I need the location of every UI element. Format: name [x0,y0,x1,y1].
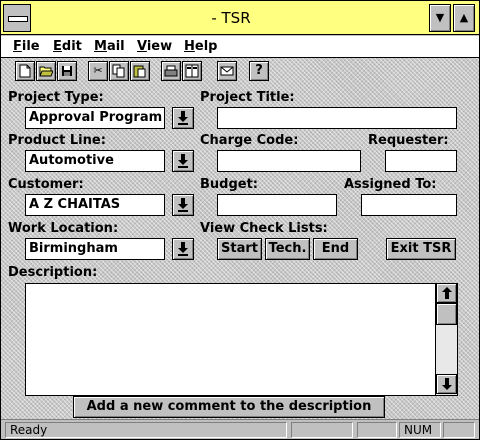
scroll-up-button[interactable] [436,283,457,303]
minimize-icon: ▼ [435,11,445,24]
menu-bar: File Edit Mail View Help [1,36,479,58]
description-scrollbar[interactable] [435,283,457,395]
open-button[interactable] [36,61,56,81]
print-button[interactable] [161,61,181,81]
project-type-dropdown-button[interactable] [172,107,194,129]
copy-icon [112,64,125,78]
preview-icon [185,64,199,78]
work-location-field[interactable]: Birmingham [25,238,165,260]
status-text: Ready [5,422,287,438]
status-pane-empty-3 [443,422,475,438]
mail-envelope-icon [220,66,234,76]
start-checklist-button[interactable]: Start [217,238,262,260]
requester-label: Requester: [368,133,449,148]
print-preview-button[interactable] [182,61,202,81]
requester-field[interactable] [385,150,457,172]
tech-checklist-button[interactable]: Tech. [265,238,310,260]
project-type-field[interactable]: Approval Program [25,107,165,129]
num-lock-indicator: NUM [399,422,441,438]
end-checklist-button[interactable]: End [313,238,358,260]
minimize-button[interactable]: ▼ [429,4,451,32]
status-bar: Ready NUM [1,419,479,439]
cut-scissors-icon: ✂ [93,64,103,77]
mail-button[interactable] [217,61,237,81]
menu-help[interactable]: Help [184,36,217,58]
open-folder-icon [39,66,54,77]
tsr-window: - TSR ▼ ▲ File Edit Mail View Help ✂ ? P… [0,0,480,440]
system-menu-icon [8,16,28,22]
form-area: ✂ ? Project Type: Approval Program Proje… [1,58,479,434]
save-disk-icon [62,66,72,76]
menu-file[interactable]: File [13,36,40,58]
description-label: Description: [8,265,98,280]
save-button[interactable] [57,61,77,81]
title-bar: - TSR ▼ ▲ [1,1,479,35]
print-icon [164,65,178,77]
arrow-down-icon [178,198,188,212]
scroll-down-button[interactable] [436,374,457,394]
help-button[interactable]: ? [249,61,269,81]
product-line-field[interactable]: Automotive [25,150,165,172]
help-question-icon: ? [255,63,263,78]
arrow-down-icon [178,111,188,125]
project-title-field[interactable] [217,107,457,129]
view-check-lists-label: View Check Lists: [200,221,328,236]
budget-field[interactable] [217,194,337,216]
arrow-down-icon [178,154,188,168]
maximize-button[interactable]: ▲ [453,4,475,32]
paste-icon [133,65,146,78]
charge-code-label: Charge Code: [200,133,299,148]
description-textarea[interactable] [25,283,458,396]
exit-tsr-button[interactable]: Exit TSR [386,238,456,260]
project-title-label: Project Title: [200,90,295,105]
arrow-down-icon [441,378,452,390]
arrow-down-icon [178,242,188,256]
window-title: - TSR [211,9,251,27]
new-document-button[interactable] [15,61,35,81]
copy-button[interactable] [109,61,129,81]
project-type-label: Project Type: [8,90,104,105]
customer-dropdown-button[interactable] [172,194,194,216]
product-line-dropdown-button[interactable] [172,150,194,172]
scroll-thumb[interactable] [436,303,457,325]
menu-mail[interactable]: Mail [94,36,125,58]
maximize-icon: ▲ [459,11,469,24]
assigned-to-label: Assigned To: [344,177,437,192]
customer-field[interactable]: A Z CHAITAS [25,194,165,216]
work-location-label: Work Location: [8,221,119,236]
charge-code-field[interactable] [217,150,361,172]
system-menu-button[interactable] [3,4,31,32]
arrow-up-icon [441,287,452,299]
paste-button[interactable] [130,61,150,81]
customer-label: Customer: [8,177,84,192]
new-doc-icon [19,64,31,78]
status-pane-empty-2 [357,422,397,438]
status-pane-empty [291,422,353,438]
budget-label: Budget: [200,177,259,192]
product-line-label: Product Line: [8,133,106,148]
cut-button[interactable]: ✂ [88,61,108,81]
menu-edit[interactable]: Edit [53,36,82,58]
work-location-dropdown-button[interactable] [172,238,194,260]
menu-view[interactable]: View [137,36,172,58]
add-comment-button[interactable]: Add a new comment to the description tex… [73,396,385,434]
assigned-to-field[interactable] [361,194,457,216]
